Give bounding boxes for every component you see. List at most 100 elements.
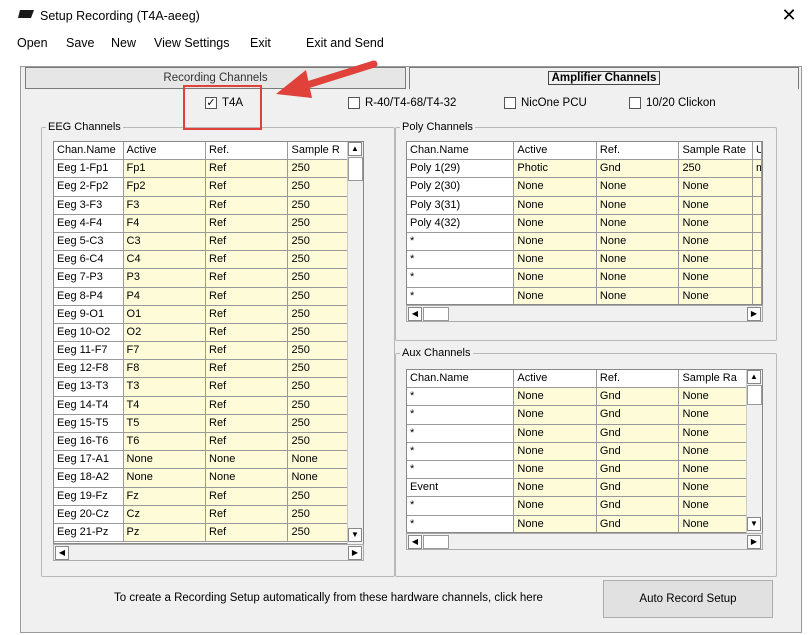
menu-save[interactable]: Save <box>66 36 95 50</box>
eeg-cell[interactable]: P3 <box>123 269 207 287</box>
eeg-cell[interactable]: Eeg 1-Fp1 <box>54 160 124 178</box>
aux-row[interactable]: * None Gnd None <box>407 460 762 480</box>
poly-cell[interactable] <box>753 287 762 304</box>
menu-view-settings[interactable]: View Settings <box>154 36 230 50</box>
aux-cell[interactable]: Gnd <box>596 424 680 442</box>
aux-cell[interactable]: Gnd <box>596 479 680 497</box>
poly-cell[interactable]: None <box>596 251 680 269</box>
aux-vscroll[interactable]: ▲ ▼ <box>746 370 762 533</box>
eeg-cell[interactable]: Fp1 <box>123 160 207 178</box>
scroll-thumb[interactable] <box>348 157 363 181</box>
eeg-cell[interactable]: Eeg 9-O1 <box>54 305 124 323</box>
aux-cell[interactable]: Gnd <box>596 515 680 532</box>
eeg-row[interactable]: Eeg 15-T5 T5 Ref 250 <box>54 414 363 433</box>
poly-row[interactable]: * None None None <box>407 287 762 304</box>
poly-hscroll[interactable]: ◀ ▶ <box>406 305 763 322</box>
poly-cell[interactable]: None <box>514 178 597 196</box>
eeg-row[interactable]: Eeg 12-F8 F8 Ref 250 <box>54 360 363 379</box>
poly-cell[interactable]: None <box>596 269 680 287</box>
eeg-cell[interactable]: Eeg 8-P4 <box>54 287 124 305</box>
poly-row[interactable]: * None None None <box>407 232 762 252</box>
eeg-cell[interactable]: F4 <box>123 214 207 232</box>
eeg-row[interactable]: Eeg 11-F7 F7 Ref 250 <box>54 342 363 361</box>
aux-cell[interactable]: None <box>514 460 597 479</box>
eeg-header-active[interactable]: Active <box>123 142 207 160</box>
eeg-row[interactable]: Eeg 14-T4 T4 Ref 250 <box>54 396 363 415</box>
poly-cell[interactable] <box>753 214 762 232</box>
poly-cell[interactable]: Poly 2(30) <box>407 178 515 196</box>
eeg-cell[interactable]: Ref <box>206 287 289 305</box>
poly-row[interactable]: * None None None <box>407 251 762 270</box>
aux-cell[interactable]: None <box>514 479 597 497</box>
poly-cell[interactable]: None <box>679 232 754 251</box>
aux-cell[interactable]: None <box>514 424 597 442</box>
eeg-cell[interactable]: Eeg 11-F7 <box>54 342 124 360</box>
scroll-down-icon[interactable]: ▼ <box>348 528 362 542</box>
scroll-down-icon[interactable]: ▼ <box>747 517 761 531</box>
poly-cell[interactable]: None <box>679 269 754 287</box>
poly-cell[interactable]: None <box>679 214 754 232</box>
aux-cell[interactable]: Event <box>407 479 515 497</box>
eeg-row[interactable]: Eeg 6-C4 C4 Ref 250 <box>54 251 363 270</box>
eeg-cell[interactable]: Ref <box>206 433 289 451</box>
eeg-cell[interactable]: Ref <box>206 487 289 505</box>
eeg-cell[interactable]: F8 <box>123 360 207 378</box>
eeg-cell[interactable]: None <box>123 451 207 469</box>
eeg-cell[interactable]: Ref <box>206 323 289 342</box>
tab-amplifier-channels[interactable]: Amplifier Channels <box>409 67 799 89</box>
close-icon[interactable]: ✕ <box>778 4 800 26</box>
poly-cell[interactable]: Photic <box>514 160 597 178</box>
aux-cell[interactable]: None <box>514 388 597 406</box>
eeg-cell[interactable]: Ref <box>206 214 289 232</box>
scroll-left-icon[interactable]: ◀ <box>408 307 422 321</box>
aux-row[interactable]: * None Gnd None <box>407 406 762 425</box>
scroll-thumb[interactable] <box>423 307 449 321</box>
eeg-cell[interactable]: Ref <box>206 251 289 269</box>
eeg-cell[interactable]: Ref <box>206 196 289 214</box>
aux-cell[interactable]: None <box>514 515 597 532</box>
eeg-cell[interactable]: Ref <box>206 178 289 196</box>
scroll-thumb[interactable] <box>747 385 762 405</box>
eeg-row[interactable]: Eeg 3-F3 F3 Ref 250 <box>54 196 363 215</box>
eeg-row[interactable]: Eeg 21-Pz Pz Ref 250 <box>54 523 363 543</box>
eeg-cell[interactable]: Eeg 21-Pz <box>54 523 124 542</box>
eeg-row[interactable]: Eeg 2-Fp2 Fp2 Ref 250 <box>54 178 363 197</box>
auto-record-setup-button[interactable]: Auto Record Setup <box>603 580 773 618</box>
poly-row[interactable]: * None None None <box>407 269 762 288</box>
poly-cell[interactable]: None <box>596 232 680 251</box>
eeg-cell[interactable]: F7 <box>123 342 207 360</box>
scroll-right-icon[interactable]: ▶ <box>348 546 362 560</box>
poly-cell[interactable]: Poly 3(31) <box>407 196 515 214</box>
eeg-cell[interactable]: Eeg 17-A1 <box>54 451 124 469</box>
eeg-row[interactable]: Eeg 13-T3 T3 Ref 250 <box>54 378 363 397</box>
aux-cell[interactable]: Gnd <box>596 460 680 479</box>
eeg-row[interactable]: Eeg 17-A1 None None None <box>54 451 363 470</box>
eeg-cell[interactable]: Eeg 4-F4 <box>54 214 124 232</box>
eeg-cell[interactable]: Ref <box>206 269 289 287</box>
aux-cell[interactable]: Gnd <box>596 406 680 424</box>
eeg-cell[interactable]: Ref <box>206 160 289 178</box>
eeg-cell[interactable]: Ref <box>206 378 289 396</box>
aux-cell[interactable]: * <box>407 406 515 424</box>
poly-cell[interactable]: None <box>679 251 754 269</box>
poly-cell[interactable]: None <box>679 287 754 304</box>
poly-cell[interactable]: None <box>514 214 597 232</box>
menu-exit[interactable]: Exit <box>250 36 271 50</box>
poly-row[interactable]: Poly 4(32) None None None <box>407 214 762 233</box>
poly-cell[interactable]: 250 <box>679 160 754 178</box>
poly-cell[interactable]: * <box>407 287 515 304</box>
poly-grid[interactable]: Chan.Name Active Ref. Sample Rate U Poly… <box>406 141 763 305</box>
poly-cell[interactable]: m <box>753 160 762 178</box>
menu-new[interactable]: New <box>111 36 136 50</box>
eeg-cell[interactable]: Eeg 6-C4 <box>54 251 124 269</box>
aux-cell[interactable]: * <box>407 442 515 460</box>
poly-cell[interactable]: None <box>596 287 680 304</box>
eeg-cell[interactable]: T5 <box>123 414 207 432</box>
eeg-cell[interactable]: Eeg 14-T4 <box>54 396 124 414</box>
aux-cell[interactable]: * <box>407 515 515 532</box>
eeg-cell[interactable]: T6 <box>123 433 207 451</box>
aux-cell[interactable]: * <box>407 460 515 479</box>
eeg-cell[interactable]: None <box>123 469 207 487</box>
eeg-cell[interactable]: None <box>206 469 289 487</box>
eeg-grid[interactable]: Chan.Name Active Ref. Sample R Eeg 1-Fp1… <box>53 141 364 544</box>
